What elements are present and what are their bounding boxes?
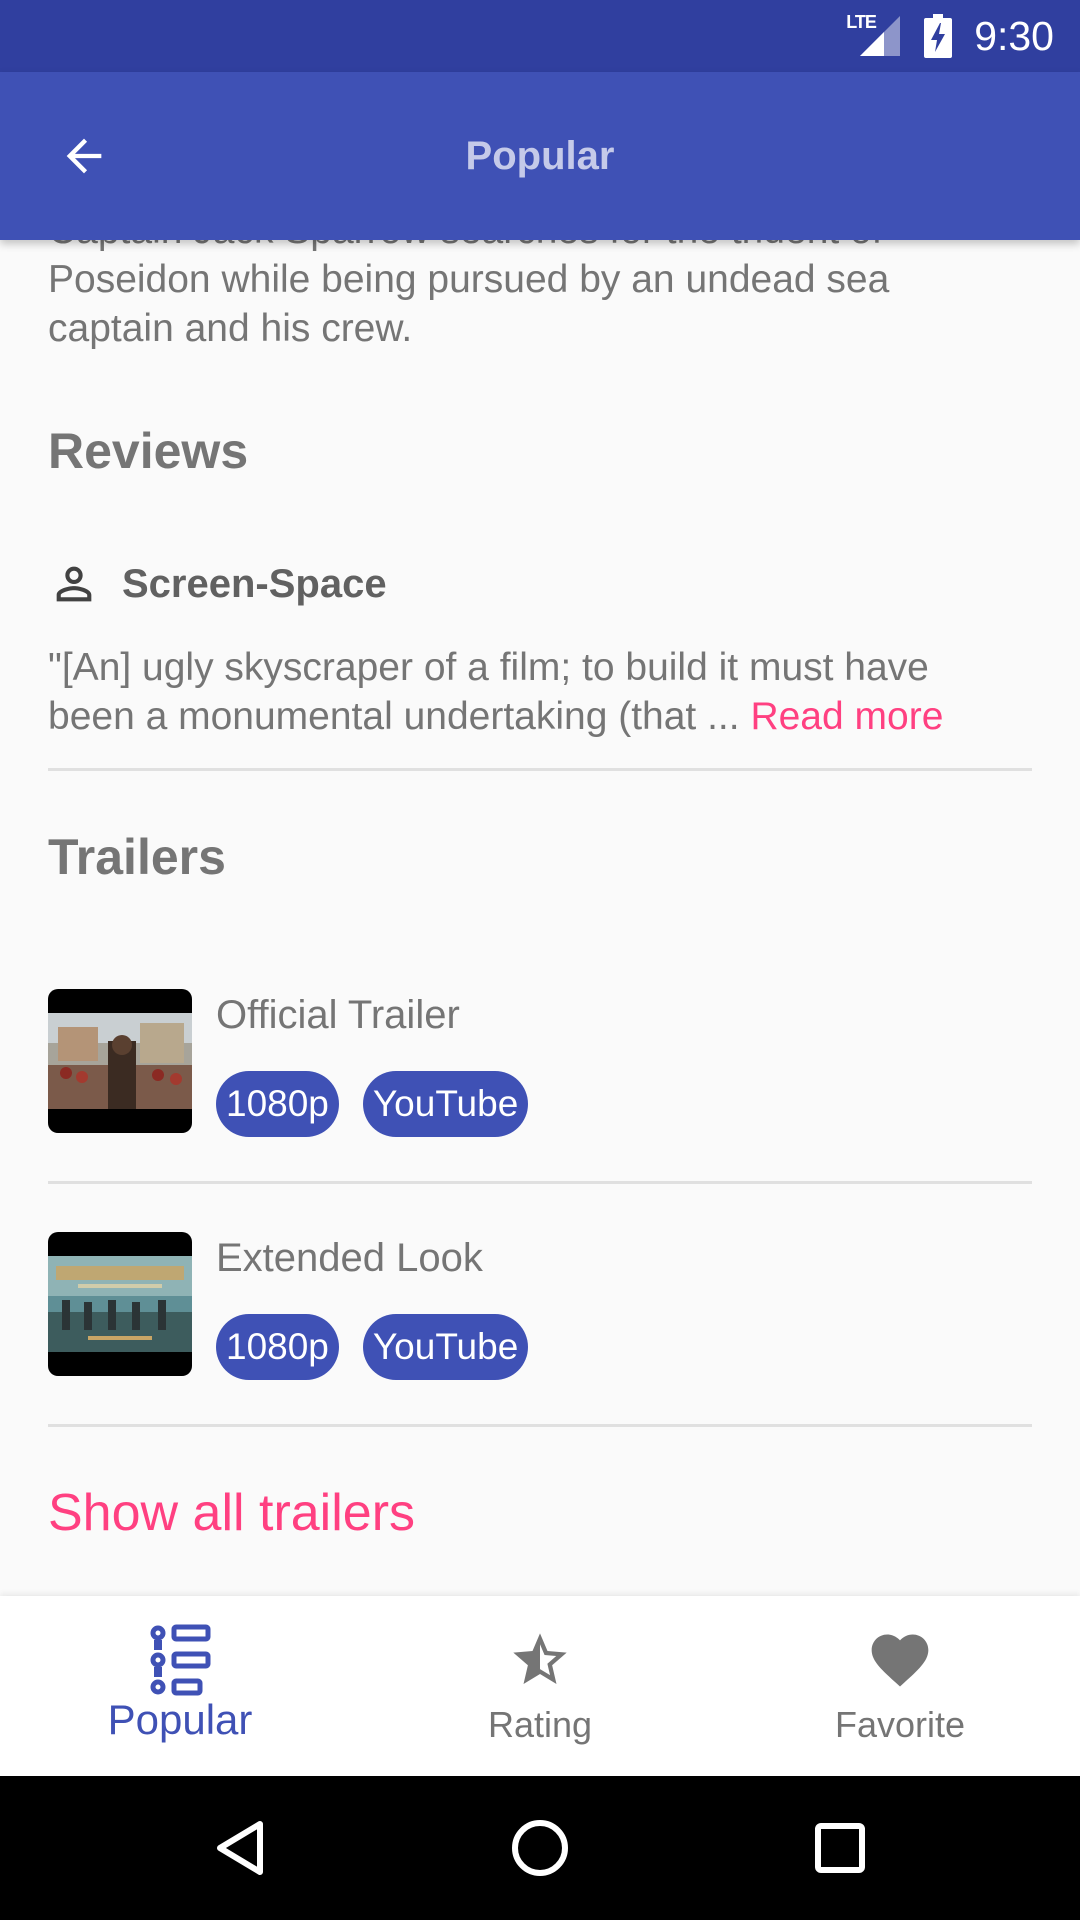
- site-chip: YouTube: [362, 1314, 529, 1380]
- review-line: been a monumental undertaking (that ... …: [48, 692, 1038, 741]
- nav-item-rating[interactable]: Rating: [360, 1596, 720, 1776]
- system-recents-button[interactable]: [790, 1798, 890, 1898]
- signal-icon: LTE: [846, 12, 902, 58]
- trailer-item-official-trailer[interactable]: Official Trailer 1080p YouTube: [48, 989, 1032, 1137]
- overview-line: captain and his crew.: [48, 307, 413, 350]
- review-excerpt: "[An] ugly skyscraper of a film; to buil…: [48, 643, 1038, 741]
- bottom-navigation: Popular Rating Favorite: [0, 1596, 1080, 1776]
- nav-label: Rating: [487, 1704, 593, 1745]
- trailer-thumbnail: [48, 989, 192, 1133]
- review-author: Screen-Space: [48, 558, 387, 610]
- page-title: Popular: [465, 133, 615, 178]
- system-navigation-bar: [0, 1776, 1080, 1920]
- trailer-thumbnail: [48, 1232, 192, 1376]
- clock: 9:30: [974, 12, 1054, 59]
- star-icon: [500, 1620, 580, 1700]
- divider: [48, 768, 1032, 771]
- review-author-name: Screen-Space: [122, 561, 387, 606]
- movie-overview: Captain Jack Sparrow searches for the tr…: [48, 240, 1038, 353]
- trailers-heading: Trailers: [48, 829, 226, 885]
- divider: [48, 1181, 1032, 1184]
- heart-icon: [860, 1620, 940, 1700]
- overview-line: Poseidon while being pursued by an undea…: [48, 258, 890, 301]
- overview-line: Captain Jack Sparrow searches for the tr…: [48, 240, 1038, 255]
- review-line: "[An] ugly skyscraper of a film; to buil…: [48, 646, 929, 689]
- battery-charging-icon: [924, 14, 953, 58]
- nav-item-favorite[interactable]: Favorite: [720, 1596, 1080, 1776]
- triangle-back-icon: [217, 1821, 263, 1875]
- system-home-button[interactable]: [490, 1798, 590, 1898]
- trailer-name: Extended Look: [216, 1236, 483, 1280]
- read-more-link[interactable]: Read more: [750, 695, 943, 738]
- reviews-heading: Reviews: [48, 423, 249, 479]
- circle-home-icon: [512, 1820, 568, 1876]
- site-chip: YouTube: [362, 1071, 529, 1137]
- trailer-chips: 1080p YouTube: [216, 1314, 529, 1380]
- quality-chip: 1080p: [216, 1071, 339, 1137]
- status-bar: LTE 9:30: [0, 0, 1080, 72]
- trailer-item-extended-look[interactable]: Extended Look 1080p YouTube: [48, 1232, 1032, 1380]
- trailer-name: Official Trailer: [216, 993, 460, 1037]
- quality-chip: 1080p: [216, 1314, 339, 1380]
- show-all-trailers-button[interactable]: Show all trailers: [48, 1483, 415, 1543]
- person-icon: [56, 566, 92, 602]
- movie-detail-content[interactable]: Captain Jack Sparrow searches for the tr…: [0, 240, 1080, 1596]
- trailer-chips: 1080p YouTube: [216, 1071, 529, 1137]
- nav-item-popular[interactable]: Popular: [0, 1596, 360, 1776]
- nav-label: Favorite: [834, 1704, 966, 1745]
- review-line-text: been a monumental undertaking (that ...: [48, 695, 751, 738]
- divider: [48, 1424, 1032, 1427]
- list-icon: [140, 1620, 220, 1700]
- system-back-button[interactable]: [190, 1798, 290, 1898]
- app-bar: Popular: [0, 72, 1080, 240]
- status-icons: LTE 9:30: [846, 0, 1054, 72]
- square-recents-icon: [815, 1823, 865, 1873]
- nav-label: Popular: [107, 1696, 253, 1743]
